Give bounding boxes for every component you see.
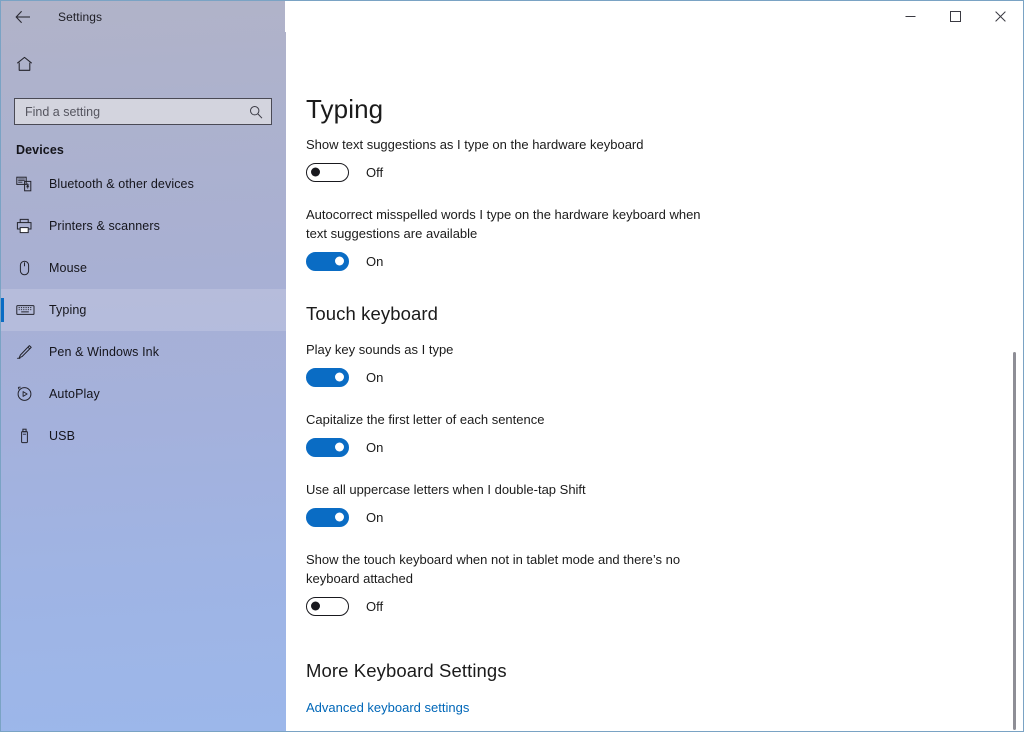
- toggle-knob: [311, 601, 320, 611]
- search-input[interactable]: [25, 104, 245, 119]
- search-container: [14, 98, 272, 125]
- maximize-button[interactable]: [933, 1, 978, 31]
- search-icon: [249, 105, 263, 119]
- minimize-button[interactable]: [888, 1, 933, 31]
- back-arrow-icon: [15, 10, 31, 24]
- sidebar-item-label: Printers & scanners: [49, 219, 160, 233]
- autoplay-icon: [16, 386, 38, 402]
- toggle-state-label: Off: [366, 598, 384, 614]
- sidebar-item-label: Pen & Windows Ink: [49, 345, 160, 359]
- toggle-autocorrect-misspelled[interactable]: [306, 251, 349, 271]
- setting-show-touch-keyboard: Show the touch keyboard when not in tabl…: [306, 550, 1023, 617]
- content-inner: Typing Show text suggestions as I type o…: [286, 32, 1023, 717]
- sidebar-item-autoplay[interactable]: AutoPlay: [1, 373, 286, 415]
- sidebar-item-label: Bluetooth & other devices: [49, 177, 194, 191]
- toggle-knob: [311, 167, 320, 177]
- maximize-icon: [950, 10, 961, 22]
- home-button[interactable]: [1, 44, 286, 84]
- toggle-knob: [335, 512, 344, 522]
- bluetooth-devices-icon: [16, 176, 38, 192]
- setting-autocorrect-misspelled: Autocorrect misspelled words I type on t…: [306, 205, 1023, 272]
- content-panel: Typing Show text suggestions as I type o…: [286, 32, 1023, 731]
- setting-label: Capitalize the first letter of each sent…: [306, 412, 545, 427]
- sidebar: Devices Bluetooth & other devices: [1, 1, 286, 731]
- mouse-icon: [16, 260, 38, 276]
- toggle-row: On: [306, 366, 1023, 388]
- toggle-state-label: On: [366, 509, 384, 525]
- setting-show-text-suggestions: Show text suggestions as I type on the h…: [306, 135, 1023, 183]
- minimize-icon: [905, 11, 916, 22]
- toggle-capitalize-first-letter[interactable]: [306, 437, 349, 457]
- setting-label: Show the touch keyboard when not in tabl…: [306, 552, 681, 586]
- toggle-state-label: On: [366, 253, 384, 269]
- sidebar-item-printers-scanners[interactable]: Printers & scanners: [1, 205, 286, 247]
- close-button[interactable]: [978, 1, 1023, 31]
- toggle-state-label: Off: [366, 164, 384, 180]
- toggle-row: On: [306, 436, 1023, 458]
- sidebar-nav: Bluetooth & other devices Printers & sca…: [1, 163, 286, 457]
- pen-icon: [16, 344, 38, 360]
- section-title-more-keyboard-settings: More Keyboard Settings: [306, 660, 507, 681]
- toggle-row: Off: [306, 161, 1023, 183]
- setting-capitalize-first-letter: Capitalize the first letter of each sent…: [306, 410, 1023, 458]
- toggle-knob: [335, 442, 344, 452]
- toggle-state-label: On: [366, 439, 384, 455]
- setting-label: Autocorrect misspelled words I type on t…: [306, 207, 701, 241]
- setting-play-key-sounds: Play key sounds as I type On: [306, 340, 1023, 388]
- usb-icon: [16, 428, 38, 444]
- toggle-play-key-sounds[interactable]: [306, 367, 349, 387]
- toggle-knob: [335, 372, 344, 382]
- toggle-uppercase-double-tap-shift[interactable]: [306, 507, 349, 527]
- printer-icon: [16, 218, 38, 234]
- toggle-row: Off: [306, 595, 1023, 617]
- close-icon: [995, 10, 1006, 22]
- sidebar-item-label: USB: [49, 429, 76, 443]
- sidebar-item-label: Mouse: [49, 261, 88, 275]
- sidebar-item-pen-windows-ink[interactable]: Pen & Windows Ink: [1, 331, 286, 373]
- sidebar-item-typing[interactable]: Typing: [1, 289, 286, 331]
- sidebar-item-mouse[interactable]: Mouse: [1, 247, 286, 289]
- advanced-keyboard-settings-link[interactable]: Advanced keyboard settings: [306, 700, 469, 715]
- section-title-touch-keyboard: Touch keyboard: [306, 303, 439, 324]
- page-title: Typing: [306, 94, 384, 124]
- setting-uppercase-double-tap-shift: Use all uppercase letters when I double-…: [306, 480, 1023, 528]
- home-icon: [16, 56, 33, 72]
- window-title: Settings: [58, 9, 103, 24]
- sidebar-item-usb[interactable]: USB: [1, 415, 286, 457]
- search-box[interactable]: [14, 98, 272, 125]
- sidebar-category-heading: Devices: [16, 143, 64, 157]
- scrollbar-thumb[interactable]: [1013, 352, 1016, 730]
- settings-window: Settings Find a setting Devices Bluetoot…: [0, 0, 1024, 732]
- toggle-state-label: On: [366, 369, 384, 385]
- sidebar-item-bluetooth-other-devices[interactable]: Bluetooth & other devices: [1, 163, 286, 205]
- toggle-show-text-suggestions[interactable]: [306, 162, 349, 182]
- back-button[interactable]: [1, 1, 45, 32]
- title-bar: Settings: [1, 1, 1023, 32]
- toggle-row: On: [306, 506, 1023, 528]
- toggle-show-touch-keyboard[interactable]: [306, 596, 349, 616]
- setting-label: Show text suggestions as I type on the h…: [306, 137, 644, 152]
- title-bar-left: Settings: [1, 1, 285, 32]
- sidebar-item-label: Typing: [49, 303, 87, 317]
- keyboard-icon: [16, 302, 38, 318]
- setting-label: Play key sounds as I type: [306, 342, 454, 357]
- content-scrollbar[interactable]: [1010, 32, 1019, 731]
- toggle-knob: [335, 256, 344, 266]
- window-controls: [285, 1, 1023, 32]
- toggle-row: On: [306, 250, 1023, 272]
- sidebar-item-label: AutoPlay: [49, 387, 100, 401]
- setting-label: Use all uppercase letters when I double-…: [306, 482, 586, 497]
